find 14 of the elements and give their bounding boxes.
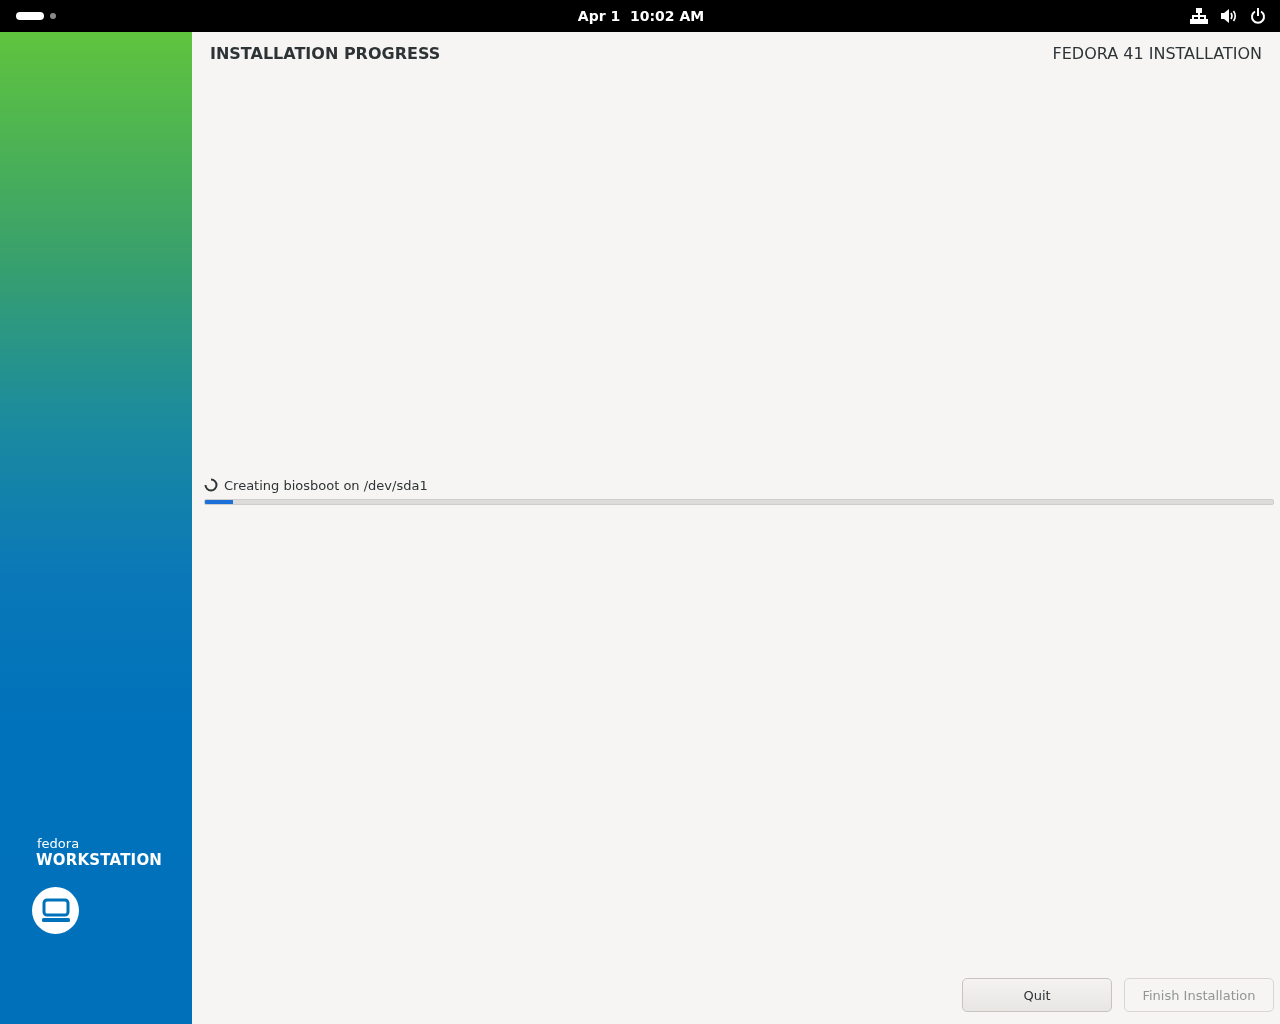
workspace-indicator[interactable] bbox=[16, 12, 44, 20]
brand-logo-text: fedora bbox=[37, 837, 80, 851]
volume-icon[interactable] bbox=[1220, 8, 1238, 24]
page-title: INSTALLATION PROGRESS bbox=[210, 44, 441, 63]
spinner-icon bbox=[204, 478, 218, 493]
workspace-indicator[interactable] bbox=[50, 13, 56, 19]
power-icon[interactable] bbox=[1250, 8, 1266, 24]
laptop-badge-icon bbox=[32, 887, 79, 934]
clock[interactable]: Apr 1 10:02 AM bbox=[577, 8, 705, 24]
product-title: FEDORA 41 INSTALLATION bbox=[1052, 44, 1262, 63]
network-icon[interactable] bbox=[1190, 8, 1208, 24]
quit-button[interactable]: Quit bbox=[962, 978, 1112, 1012]
status-text: Creating biosboot on /dev/sda1 bbox=[224, 477, 428, 493]
edition-logo-text: WORKSTATION bbox=[36, 851, 163, 869]
